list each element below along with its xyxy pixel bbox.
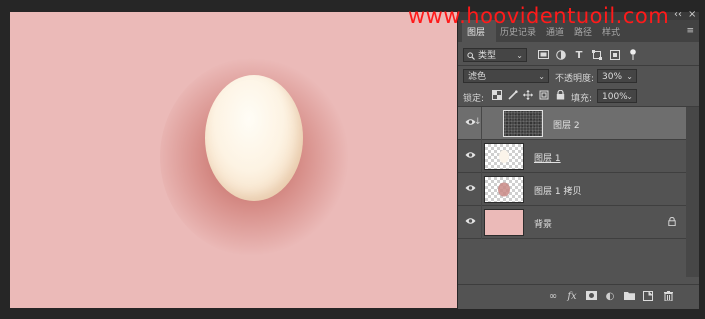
layer-name[interactable]: 图层 1 [534,151,561,164]
layer-name[interactable]: 背景 [534,217,552,230]
layer-thumbnail [484,176,524,203]
opacity-label: 不透明度: [555,74,595,84]
clipping-mask-icon: ↓ [474,117,482,127]
lock-label: 锁定: [463,94,485,104]
search-icon [467,52,475,60]
layer-row-layer-1[interactable]: 图层 1 [458,140,686,173]
pixel-filter-icon[interactable] [537,50,549,62]
layers-panel: ‹‹ × 图层 历史记录 通道 路径 样式 ≡ 类型 ⌄ T 滤色 ⌄ 不透明度… [458,9,699,309]
delete-layer-icon[interactable] [662,291,674,303]
adjustment-layer-icon[interactable]: ◐ [604,291,616,303]
smart-object-filter-icon[interactable] [609,50,621,62]
fill-value: 100% [602,92,628,102]
egg-shape [205,75,303,201]
type-filter-icon[interactable]: T [573,50,585,62]
new-layer-icon[interactable] [642,291,654,303]
document-canvas[interactable] [10,12,457,308]
chevron-down-icon: ⌄ [516,51,523,60]
adjustment-filter-icon[interactable] [555,50,567,62]
filter-row: 类型 ⌄ T [458,46,699,64]
lock-artboard-icon[interactable] [538,90,550,102]
filter-kind-label: 类型 [478,51,497,61]
lock-image-pixels-icon[interactable] [507,90,519,102]
opacity-value: 30% [602,72,623,82]
visibility-toggle[interactable] [458,140,482,173]
layer-row-layer-2[interactable]: ↓ 图层 2 [458,107,686,140]
visibility-toggle[interactable] [458,206,482,239]
lock-row: 锁定: 填充: 100% ⌄ [458,87,699,105]
watermark-text: www.hoovidentuoil.com [408,4,670,28]
chevron-down-icon: ⌄ [626,72,633,81]
lock-transparent-pixels-icon[interactable] [491,90,503,102]
eye-icon [465,218,476,224]
divider [458,65,699,66]
chevron-down-icon: ⌄ [626,92,633,101]
lock-all-icon[interactable] [554,89,566,102]
shape-filter-icon[interactable] [591,50,603,62]
layer-name[interactable]: 图层 1 拷贝 [534,184,581,197]
layer-row-background[interactable]: 背景 [458,206,686,239]
layer-filter-select[interactable]: 类型 ⌄ [463,48,527,62]
close-panel-button[interactable]: × [688,9,696,20]
filter-toggle-icon[interactable] [627,49,639,61]
panel-menu-icon[interactable]: ≡ [686,26,694,36]
layer-row-layer-1-copy[interactable]: 图层 1 拷贝 [458,173,686,206]
eye-icon [465,152,476,158]
visibility-toggle[interactable] [458,173,482,206]
chevron-down-icon: ⌄ [538,72,545,81]
layer-thumbnail [484,209,524,236]
eye-icon [465,185,476,191]
new-group-icon[interactable] [623,291,635,303]
link-layers-icon[interactable]: ∞ [547,291,559,303]
blend-mode-value: 滤色 [468,72,487,82]
lock-icon [668,217,676,226]
add-mask-icon[interactable] [585,291,597,303]
opacity-input[interactable]: 30% ⌄ [597,69,637,83]
layer-thumbnail [484,143,524,170]
layer-style-fx-button[interactable]: fx [566,291,578,303]
fill-input[interactable]: 100% ⌄ [597,89,637,103]
blend-mode-select[interactable]: 滤色 ⌄ [463,69,549,83]
layer-thumbnail [503,110,543,137]
fill-label: 填充: [571,94,593,104]
blend-row: 滤色 ⌄ 不透明度: 30% ⌄ [458,67,699,85]
panel-footer: ∞ fx ◐ [458,284,699,309]
layers-scrollbar[interactable] [686,107,699,277]
layer-name[interactable]: 图层 2 [553,118,580,131]
collapse-panel-button[interactable]: ‹‹ [674,9,682,20]
lock-position-icon[interactable] [522,90,534,102]
